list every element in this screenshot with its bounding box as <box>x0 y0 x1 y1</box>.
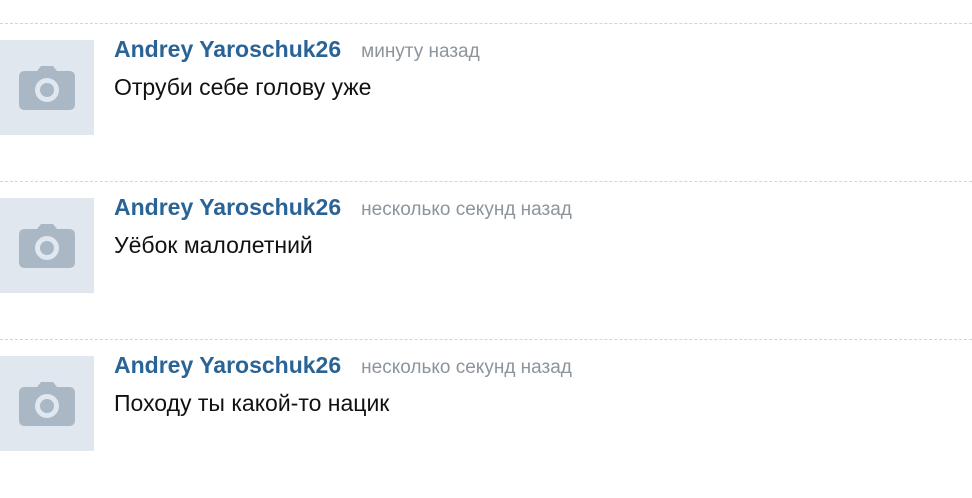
comment-item: Andrey Yaroschuk26 минуту назад Отруби с… <box>0 24 972 182</box>
comment-timestamp[interactable]: несколько секунд назад <box>361 357 572 379</box>
comment-header: Andrey Yaroschuk26 минуту назад <box>114 36 480 64</box>
author-link[interactable]: Andrey Yaroschuk26 <box>114 352 341 379</box>
camera-icon <box>19 381 75 426</box>
comment-header: Andrey Yaroschuk26 несколько секунд наза… <box>114 352 572 380</box>
comment-item: Andrey Yaroschuk26 несколько секунд наза… <box>0 340 972 498</box>
comment-text: Походу ты какой-то нацик <box>114 390 390 416</box>
avatar[interactable] <box>0 40 94 135</box>
comment-text: Отруби себе голову уже <box>114 74 372 100</box>
comment-timestamp[interactable]: минуту назад <box>361 41 480 63</box>
comment-item: Andrey Yaroschuk26 несколько секунд наза… <box>0 182 972 340</box>
comment-header: Andrey Yaroschuk26 несколько секунд наза… <box>114 194 572 222</box>
author-link[interactable]: Andrey Yaroschuk26 <box>114 194 341 221</box>
comment-text: Уёбок малолетний <box>114 232 313 258</box>
avatar[interactable] <box>0 356 94 451</box>
camera-icon <box>19 65 75 110</box>
comment-timestamp[interactable]: несколько секунд назад <box>361 199 572 221</box>
camera-icon <box>19 223 75 268</box>
avatar[interactable] <box>0 198 94 293</box>
author-link[interactable]: Andrey Yaroschuk26 <box>114 36 341 63</box>
